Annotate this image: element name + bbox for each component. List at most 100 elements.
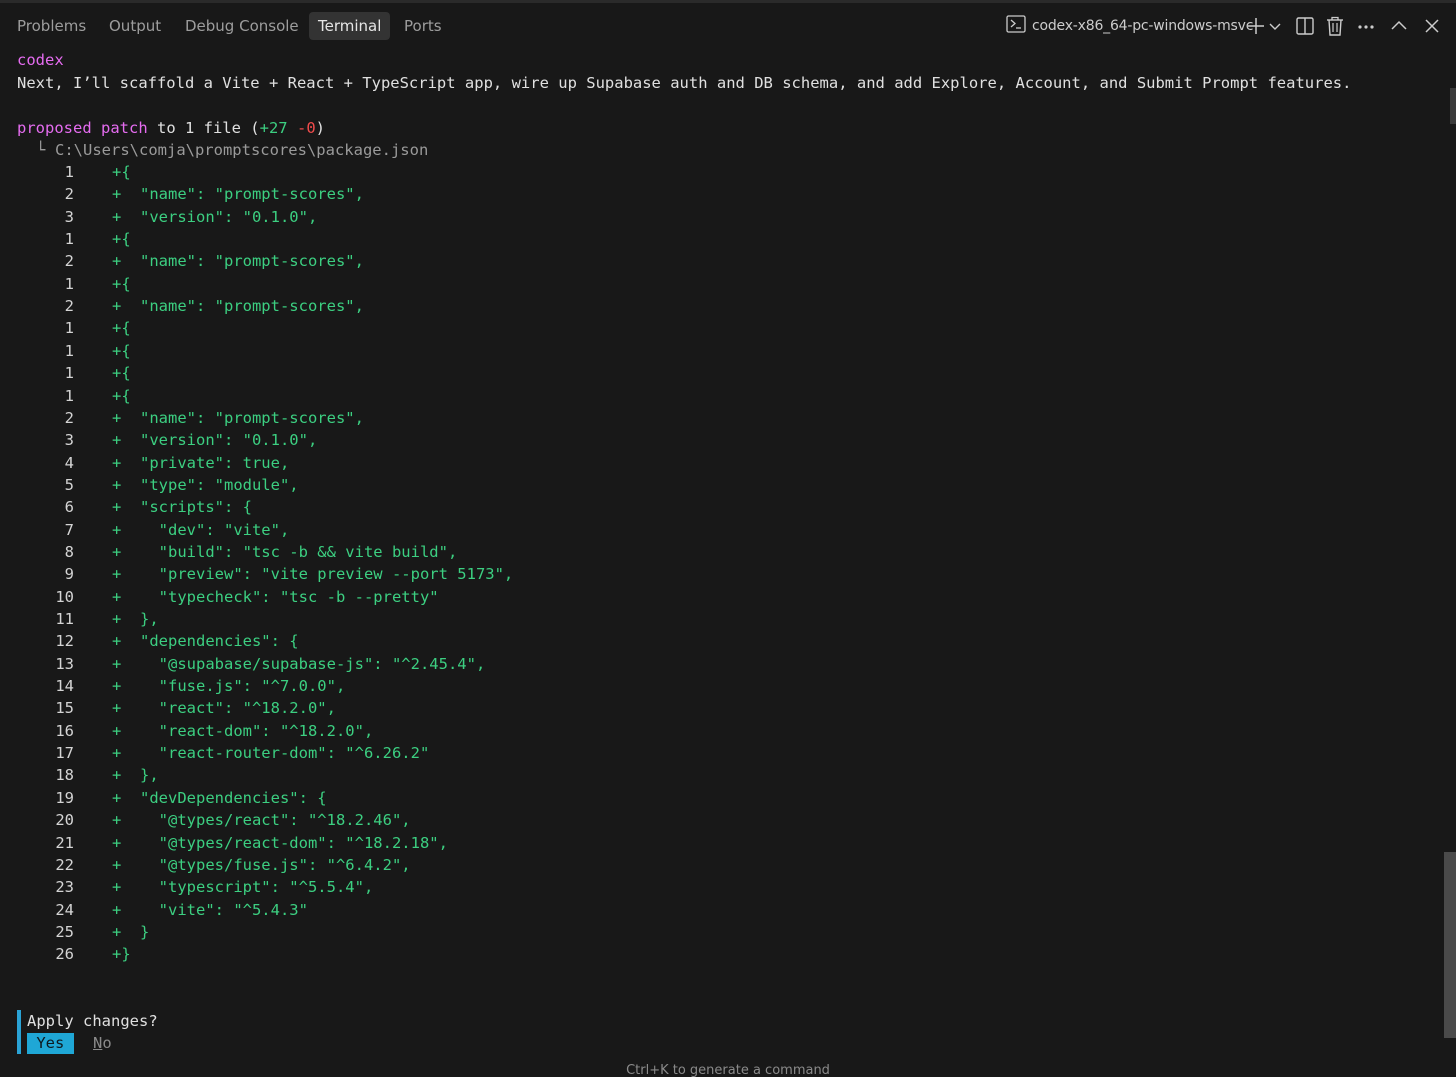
tab-problems[interactable]: Problems xyxy=(8,12,95,40)
diff-line-code: + "react-dom": "^18.2.0", xyxy=(112,721,374,740)
diff-line-number: 2 xyxy=(64,185,74,204)
diff-line: 16 + "react-dom": "^18.2.0", xyxy=(0,720,1200,742)
diff-line: 21 + "@types/react-dom": "^18.2.18", xyxy=(0,832,1200,854)
assistant-message: Next, I’ll scaffold a Vite + React + Typ… xyxy=(17,74,1352,92)
diff-line-code: +{ xyxy=(112,319,131,338)
patch-close: ) xyxy=(315,119,325,137)
no-option-rest: o xyxy=(102,1034,112,1052)
diff-line-number: 14 xyxy=(55,677,74,696)
plus-icon[interactable] xyxy=(1246,14,1266,38)
diff-line-code: + "devDependencies": { xyxy=(112,788,327,807)
tab-ports[interactable]: Ports xyxy=(395,12,451,40)
ellipsis-icon[interactable] xyxy=(1356,14,1376,38)
panel-tab-bar: Problems Output Debug Console Terminal P… xyxy=(0,8,1456,44)
diff-line: 24 + "vite": "^5.4.3" xyxy=(0,899,1200,921)
tab-output[interactable]: Output xyxy=(100,12,170,40)
diff-line: 15 + "react": "^18.2.0", xyxy=(0,697,1200,719)
terminal-selector[interactable]: codex-x86_64-pc-windows-msvc xyxy=(1006,14,1253,38)
diff-line-number: 11 xyxy=(55,610,74,628)
diff-line-code: + "preview": "vite preview --port 5173", xyxy=(112,565,514,584)
diff-line-code: +{ xyxy=(112,386,131,405)
patch-target: to 1 file ( xyxy=(147,119,260,137)
diff-line-number: 3 xyxy=(64,431,74,450)
diff-line-code: + "dev": "vite", xyxy=(112,520,290,539)
diff-line-number: 19 xyxy=(55,788,74,807)
diff-line: 5 + "type": "module", xyxy=(0,474,1200,496)
diff-line: 2 + "name": "prompt-scores", xyxy=(0,183,1200,205)
diff-line: 20 + "@types/react": "^18.2.46", xyxy=(0,809,1200,831)
diff-line-number: 16 xyxy=(55,721,74,740)
diff-line-code: + "name": "prompt-scores", xyxy=(112,408,364,427)
diff-line-code: + "private": true, xyxy=(112,453,290,472)
patch-removed-count: -0 xyxy=(296,119,316,137)
diff-line-number: 7 xyxy=(64,520,74,539)
chevron-down-icon[interactable] xyxy=(1268,14,1282,38)
trash-icon[interactable] xyxy=(1325,14,1345,38)
diff-line-code: +{ xyxy=(112,341,131,360)
close-icon[interactable] xyxy=(1422,14,1442,38)
diff-line-code: + "@types/react-dom": "^18.2.18", xyxy=(112,833,448,852)
diff-line-code: + } xyxy=(112,922,150,941)
diff-line-code: + }, xyxy=(112,766,159,785)
diff-line: 3 + "version": "0.1.0", xyxy=(0,206,1200,228)
diff-line: 8 + "build": "tsc -b && vite build", xyxy=(0,541,1200,563)
diff-line-code: + "@types/fuse.js": "^6.4.2", xyxy=(112,855,411,874)
diff-line: 10 + "typecheck": "tsc -b --pretty" xyxy=(0,586,1200,608)
diff-line: 2 + "name": "prompt-scores", xyxy=(0,250,1200,272)
diff-line-number: 2 xyxy=(64,297,74,316)
diff-line-code: + "@types/react": "^18.2.46", xyxy=(112,811,411,830)
diff-line-number: 5 xyxy=(64,475,74,494)
terminal-panel: Problems Output Debug Console Terminal P… xyxy=(0,0,1456,1077)
diff-line-number: 18 xyxy=(55,766,74,785)
diff-line: 2 + "name": "prompt-scores", xyxy=(0,407,1200,429)
diff-line-number: 13 xyxy=(55,654,74,673)
prompt-accent-bar xyxy=(17,1010,21,1054)
diff-line-code: + "scripts": { xyxy=(112,498,252,517)
diff-line-number: 1 xyxy=(64,386,74,405)
diff-line: 22 + "@types/fuse.js": "^6.4.2", xyxy=(0,854,1200,876)
diff-line: 1 +{ xyxy=(0,385,1200,407)
no-option-mnemonic: N xyxy=(93,1034,103,1052)
diff-line-code: + "name": "prompt-scores", xyxy=(112,297,364,316)
diff-line-code: +{ xyxy=(112,364,131,383)
patch-summary: proposed patch to 1 file (+27 -0) xyxy=(17,117,325,139)
diff-line-number: 4 xyxy=(64,453,74,472)
diff-line-number: 1 xyxy=(64,163,74,181)
diff-line: 1 +{ xyxy=(0,228,1200,250)
diff-line-code: + "fuse.js": "^7.0.0", xyxy=(112,677,346,696)
diff-line: 6 + "scripts": { xyxy=(0,496,1200,518)
chevron-up-icon[interactable] xyxy=(1389,14,1409,38)
diff-line-number: 12 xyxy=(55,632,74,651)
terminal-name: codex-x86_64-pc-windows-msvc xyxy=(1032,18,1254,34)
diff-line: 1 +{ xyxy=(0,317,1200,339)
diff-line: 18 + }, xyxy=(0,764,1200,786)
diff-line-code: +} xyxy=(112,945,131,964)
scrollbar-thumb[interactable] xyxy=(1444,852,1456,1038)
diff-line-number: 2 xyxy=(64,408,74,427)
scrollbar-track[interactable] xyxy=(1444,44,1456,1077)
tab-terminal[interactable]: Terminal xyxy=(309,12,391,40)
tab-debug-console[interactable]: Debug Console xyxy=(176,12,308,40)
diff-line-number: 9 xyxy=(64,565,74,584)
diff-line: 3 + "version": "0.1.0", xyxy=(0,429,1200,451)
patch-added-count: +27 xyxy=(259,119,288,137)
file-tree-glyph: └ xyxy=(36,141,46,159)
diff-line-code: + "dependencies": { xyxy=(112,632,299,651)
diff-line: 7 + "dev": "vite", xyxy=(0,519,1200,541)
diff-line-number: 24 xyxy=(55,900,74,919)
diff-line-number: 23 xyxy=(55,878,74,897)
diff-line: 12 + "dependencies": { xyxy=(0,630,1200,652)
diff-line-code: + "type": "module", xyxy=(112,475,299,494)
diff-line-code: +{ xyxy=(112,230,131,249)
diff-line-number: 1 xyxy=(64,319,74,338)
yes-option[interactable]: Yes xyxy=(27,1033,74,1054)
generate-command-hint: Ctrl+K to generate a command xyxy=(626,1063,830,1077)
diff-line: 25 + } xyxy=(0,921,1200,943)
no-option[interactable]: No xyxy=(93,1033,112,1054)
split-icon[interactable] xyxy=(1295,14,1315,38)
apply-question: Apply changes? xyxy=(27,1012,158,1030)
diff-line-number: 10 xyxy=(55,587,74,606)
diff-line-number: 26 xyxy=(55,945,74,964)
diff-line: 13 + "@supabase/supabase-js": "^2.45.4", xyxy=(0,653,1200,675)
terminal-output[interactable]: codex Next, I’ll scaffold a Vite + React… xyxy=(0,48,1440,1058)
